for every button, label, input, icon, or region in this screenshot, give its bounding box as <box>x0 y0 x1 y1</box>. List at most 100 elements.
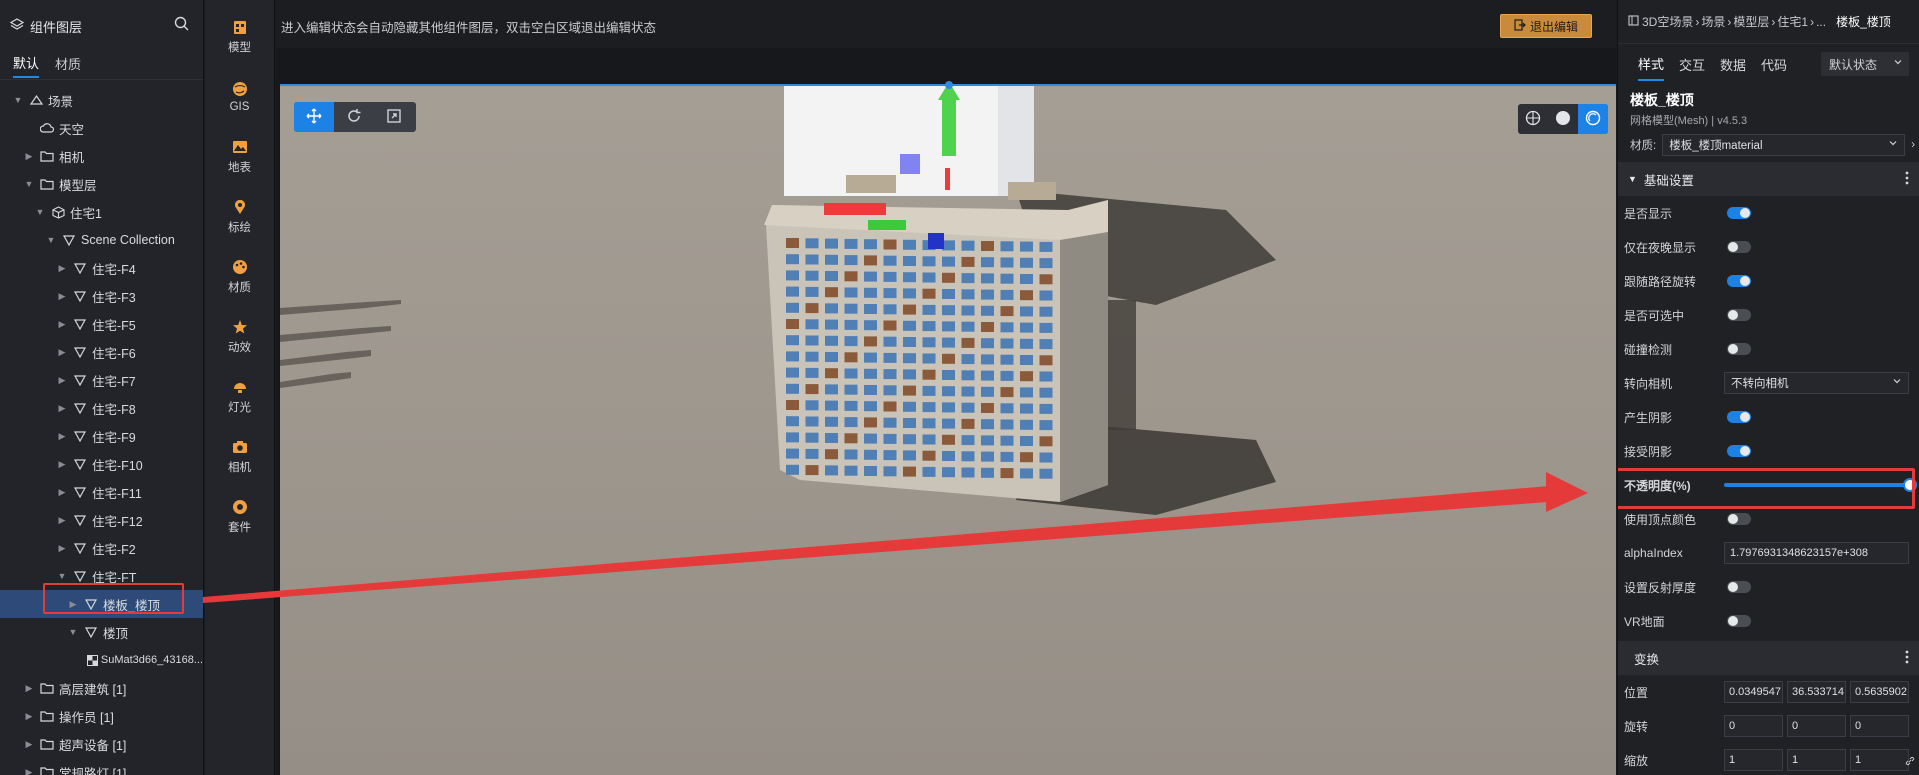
caret-right-icon[interactable]: ▶ <box>56 459 68 470</box>
toggle-switch[interactable] <box>1727 445 1751 457</box>
caret-down-icon[interactable]: ▼ <box>34 207 46 217</box>
state-select[interactable]: 默认状态 <box>1821 52 1909 76</box>
scale-tool-button[interactable] <box>374 102 414 132</box>
basic-settings-header[interactable]: ▼ 基础设置 <box>1618 162 1919 196</box>
turn-to-camera-select[interactable]: 不转向相机 <box>1724 372 1909 394</box>
tree-item[interactable]: ▶ 操作员 [1] <box>0 702 203 730</box>
caret-right-icon[interactable]: ▶ <box>56 291 68 302</box>
x-input[interactable]: 1 <box>1724 749 1783 771</box>
caret-down-icon[interactable]: ▼ <box>12 95 24 105</box>
tree-item[interactable]: ▶ 住宅-F2 <box>0 534 203 562</box>
more-icon[interactable] <box>1905 171 1909 188</box>
tree-item[interactable]: ▶ 住宅-F5 <box>0 310 203 338</box>
rotate-tool-button[interactable] <box>334 102 374 132</box>
breadcrumb-item[interactable]: 3D空场景 <box>1642 13 1693 30</box>
z-input[interactable]: 1 <box>1850 749 1909 771</box>
tree-item[interactable]: ▶ 住宅-F6 <box>0 338 203 366</box>
caret-down-icon[interactable]: ▼ <box>67 627 79 637</box>
y-input[interactable]: 36.533714 <box>1787 681 1846 703</box>
tool-terrain-button[interactable]: 地表 <box>205 126 274 186</box>
tool-model-button[interactable]: 模型 <box>205 6 274 66</box>
alpha-index-input[interactable]: 1.7976931348623157e+308 <box>1724 542 1909 564</box>
breadcrumb-item[interactable]: 场景 <box>1701 13 1725 30</box>
caret-right-icon[interactable]: ▶ <box>23 711 35 722</box>
render-view-button[interactable] <box>1578 104 1608 134</box>
y-input[interactable]: 0 <box>1787 715 1846 737</box>
z-input[interactable]: 0 <box>1850 715 1909 737</box>
chevron-right-icon[interactable]: › <box>1911 139 1915 151</box>
tree-item[interactable]: ▶ 住宅-F12 <box>0 506 203 534</box>
x-input[interactable]: 0 <box>1724 715 1783 737</box>
caret-down-icon[interactable]: ▼ <box>56 571 68 581</box>
material-select[interactable]: 楼板_楼顶material <box>1662 134 1906 156</box>
toggle-switch[interactable] <box>1727 343 1751 355</box>
caret-right-icon[interactable]: ▶ <box>23 683 35 694</box>
tree-item[interactable]: ▶ 住宅-F7 <box>0 366 203 394</box>
tree-item[interactable]: ▶ 相机 <box>0 142 203 170</box>
tree-item[interactable]: ▶ 住宅-F11 <box>0 478 203 506</box>
tree-item[interactable]: ▶ 超声设备 [1] <box>0 730 203 758</box>
building-model[interactable] <box>276 0 1616 775</box>
search-icon[interactable] <box>174 16 189 34</box>
caret-right-icon[interactable]: ▶ <box>56 515 68 526</box>
caret-right-icon[interactable]: ▶ <box>56 543 68 554</box>
breadcrumb-item[interactable]: 模型层 <box>1733 13 1769 30</box>
tool-pin-button[interactable]: 标绘 <box>205 186 274 246</box>
z-input[interactable]: 0.5635902 <box>1850 681 1909 703</box>
caret-down-icon[interactable]: ▼ <box>45 235 57 245</box>
tree-item[interactable]: ▶ 住宅-F8 <box>0 394 203 422</box>
tree-item[interactable]: ▶ 住宅-F4 <box>0 254 203 282</box>
solid-view-button[interactable] <box>1548 104 1578 134</box>
tool-camera-button[interactable]: 相机 <box>205 426 274 486</box>
link-icon[interactable] <box>1905 755 1915 769</box>
tool-palette-button[interactable]: 材质 <box>205 246 274 306</box>
tree-item[interactable]: ▼ 住宅1 <box>0 198 203 226</box>
caret-right-icon[interactable]: ▶ <box>56 347 68 358</box>
caret-right-icon[interactable]: ▶ <box>56 431 68 442</box>
caret-right-icon[interactable]: ▶ <box>56 375 68 386</box>
toggle-switch[interactable] <box>1727 309 1751 321</box>
toggle-switch[interactable] <box>1727 241 1751 253</box>
tree-item[interactable]: ▶ 住宅-F10 <box>0 450 203 478</box>
tree-item[interactable]: SuMat3d66_43168... <box>0 646 203 674</box>
toggle-switch[interactable] <box>1727 581 1751 593</box>
breadcrumb-item[interactable]: ... <box>1816 15 1826 29</box>
caret-right-icon[interactable]: ▶ <box>56 487 68 498</box>
tool-effect-button[interactable]: 动效 <box>205 306 274 366</box>
tree-item[interactable]: ▶ 住宅-F9 <box>0 422 203 450</box>
tree-item[interactable]: ▶ 高层建筑 [1] <box>0 674 203 702</box>
x-input[interactable]: 0.0349547 <box>1724 681 1783 703</box>
move-tool-button[interactable] <box>294 102 334 132</box>
toggle-switch[interactable] <box>1727 275 1751 287</box>
tab-material[interactable]: 材质 <box>55 54 81 77</box>
tree-item[interactable]: ▼ Scene Collection <box>0 226 203 254</box>
tree-item[interactable]: 天空 <box>0 114 203 142</box>
caret-down-icon[interactable]: ▼ <box>23 179 35 189</box>
y-input[interactable]: 1 <box>1787 749 1846 771</box>
breadcrumb-item[interactable]: 住宅1 <box>1777 13 1808 30</box>
tree-item[interactable]: ▼ 场景 <box>0 86 203 114</box>
toggle-switch[interactable] <box>1727 207 1751 219</box>
3d-viewport[interactable]: 进入编辑状态会自动隐藏其他组件图层，双击空白区域退出编辑状态 退出编辑 <box>276 0 1616 775</box>
tool-globe-button[interactable]: GIS <box>205 66 274 126</box>
caret-right-icon[interactable]: ▶ <box>56 263 68 274</box>
tool-kit-button[interactable]: 套件 <box>205 486 274 546</box>
caret-right-icon[interactable]: ▶ <box>23 739 35 750</box>
caret-right-icon[interactable]: ▶ <box>23 151 35 162</box>
transform-header[interactable]: 变换 <box>1618 641 1919 675</box>
tree-item[interactable]: ▶ 住宅-F3 <box>0 282 203 310</box>
tab-default[interactable]: 默认 <box>13 53 40 78</box>
tool-light-button[interactable]: 灯光 <box>205 366 274 426</box>
tree-item[interactable]: ▶ 常规路灯 [1] <box>0 758 203 775</box>
toggle-switch[interactable] <box>1727 513 1751 525</box>
caret-right-icon[interactable]: ▶ <box>56 403 68 414</box>
caret-right-icon[interactable]: ▶ <box>23 767 35 775</box>
tree-item[interactable]: ▼ 楼顶 <box>0 618 203 646</box>
tab-data[interactable]: 数据 <box>1720 47 1746 80</box>
tab-interaction[interactable]: 交互 <box>1679 47 1705 80</box>
tab-code[interactable]: 代码 <box>1761 47 1787 80</box>
wireframe-view-button[interactable] <box>1518 104 1548 134</box>
more-icon[interactable] <box>1905 650 1909 667</box>
toggle-switch[interactable] <box>1727 411 1751 423</box>
caret-right-icon[interactable]: ▶ <box>56 319 68 330</box>
